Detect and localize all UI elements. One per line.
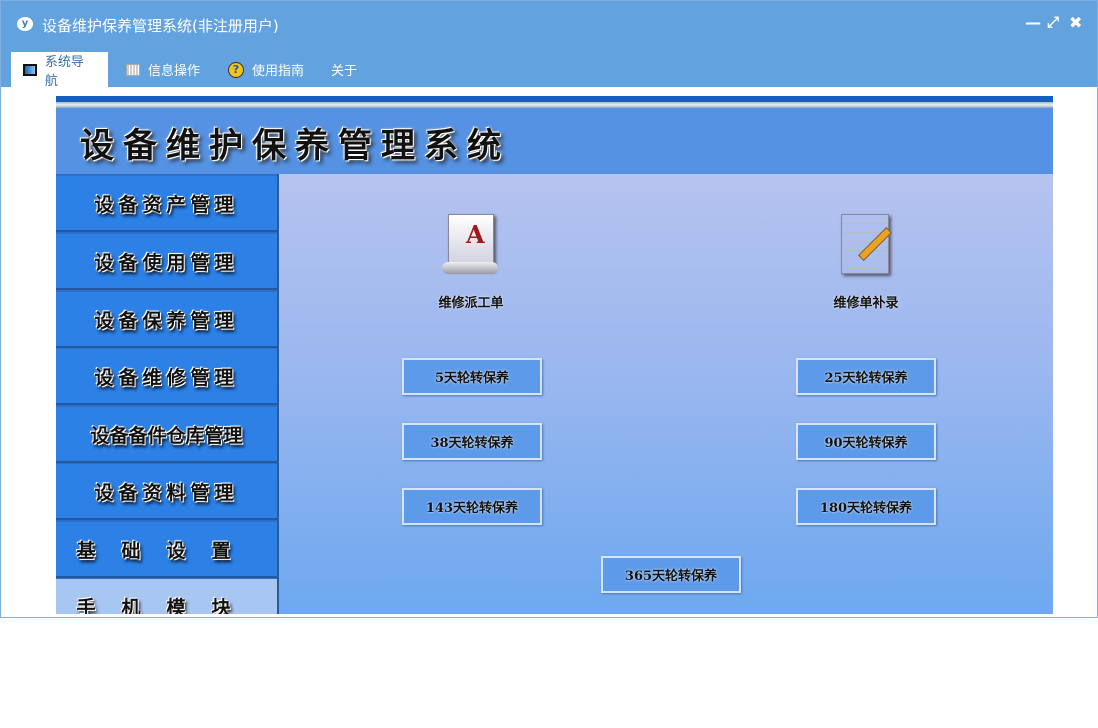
sidebar: 设备资产管理 设备使用管理 设备保养管理 设备维修管理 设备备件仓库管理 设备资…: [56, 174, 279, 614]
tab-user-guide[interactable]: ? 使用指南: [216, 52, 316, 87]
tab-label: 使用指南: [252, 64, 305, 79]
title-bar: y 设备维护保养管理系统(非注册用户) — ⤢ ✖: [1, 1, 1097, 46]
sidebar-item-documents[interactable]: 设备资料管理: [56, 464, 277, 520]
icon-label: 维修派工单: [438, 296, 504, 311]
repair-dispatch-shortcut[interactable]: A 维修派工单: [411, 212, 531, 311]
content-area: A 维修派工单 维修单补录 5天轮转保养 25天轮转保养 38天轮转保养 90天…: [279, 174, 1053, 614]
tab-info-ops[interactable]: 信息操作: [114, 52, 212, 87]
edit-document-icon: [835, 212, 897, 280]
maint-25-day-button[interactable]: 25天轮转保养: [796, 358, 936, 395]
icon-label: 维修单补录: [833, 296, 899, 311]
sidebar-item-usage[interactable]: 设备使用管理: [56, 234, 277, 290]
grid-icon: [126, 63, 140, 76]
app-logo-icon: y: [17, 17, 33, 31]
maint-143-day-button[interactable]: 143天轮转保养: [402, 488, 542, 525]
tab-label: 信息操作: [148, 64, 201, 79]
sidebar-item-maintenance[interactable]: 设备保养管理: [56, 292, 277, 348]
tab-bar: 系统导航 信息操作 ? 使用指南 关于: [1, 46, 1097, 89]
banner: 设备维护保养管理系统: [56, 96, 1053, 174]
main-panel: 设备维护保养管理系统 设备资产管理 设备使用管理 设备保养管理 设备维修管理 设…: [56, 96, 1053, 614]
sidebar-item-mobile[interactable]: 手机模块: [56, 579, 277, 614]
document-a-icon: A: [440, 212, 502, 280]
tab-system-nav[interactable]: 系统导航: [11, 52, 108, 89]
monitor-icon: [23, 63, 37, 76]
window-title: 设备维护保养管理系统(非注册用户): [42, 17, 279, 35]
sidebar-item-asset[interactable]: 设备资产管理: [56, 176, 277, 232]
maint-365-day-button[interactable]: 365天轮转保养: [601, 556, 741, 593]
maint-180-day-button[interactable]: 180天轮转保养: [796, 488, 936, 525]
tab-about[interactable]: 关于: [319, 52, 369, 87]
minimize-icon[interactable]: —: [1025, 13, 1041, 32]
tab-label: 关于: [331, 64, 358, 79]
maint-5-day-button[interactable]: 5天轮转保养: [402, 358, 542, 395]
banner-title: 设备维护保养管理系统: [80, 126, 510, 166]
sidebar-item-settings[interactable]: 基础设置: [56, 522, 277, 578]
maint-38-day-button[interactable]: 38天轮转保养: [402, 423, 542, 460]
sidebar-item-spare-parts[interactable]: 设备备件仓库管理: [56, 407, 277, 463]
restore-icon[interactable]: ⤢: [1047, 13, 1059, 31]
sidebar-item-repair[interactable]: 设备维修管理: [56, 349, 277, 405]
tab-label: 系统导航: [44, 54, 84, 89]
app-window: y 设备维护保养管理系统(非注册用户) — ⤢ ✖ 系统导航 信息操作 ? 使用…: [0, 0, 1098, 618]
help-icon: ?: [228, 61, 244, 78]
repair-supplement-shortcut[interactable]: 维修单补录: [806, 212, 926, 311]
maint-90-day-button[interactable]: 90天轮转保养: [796, 423, 936, 460]
close-icon[interactable]: ✖: [1069, 13, 1082, 32]
